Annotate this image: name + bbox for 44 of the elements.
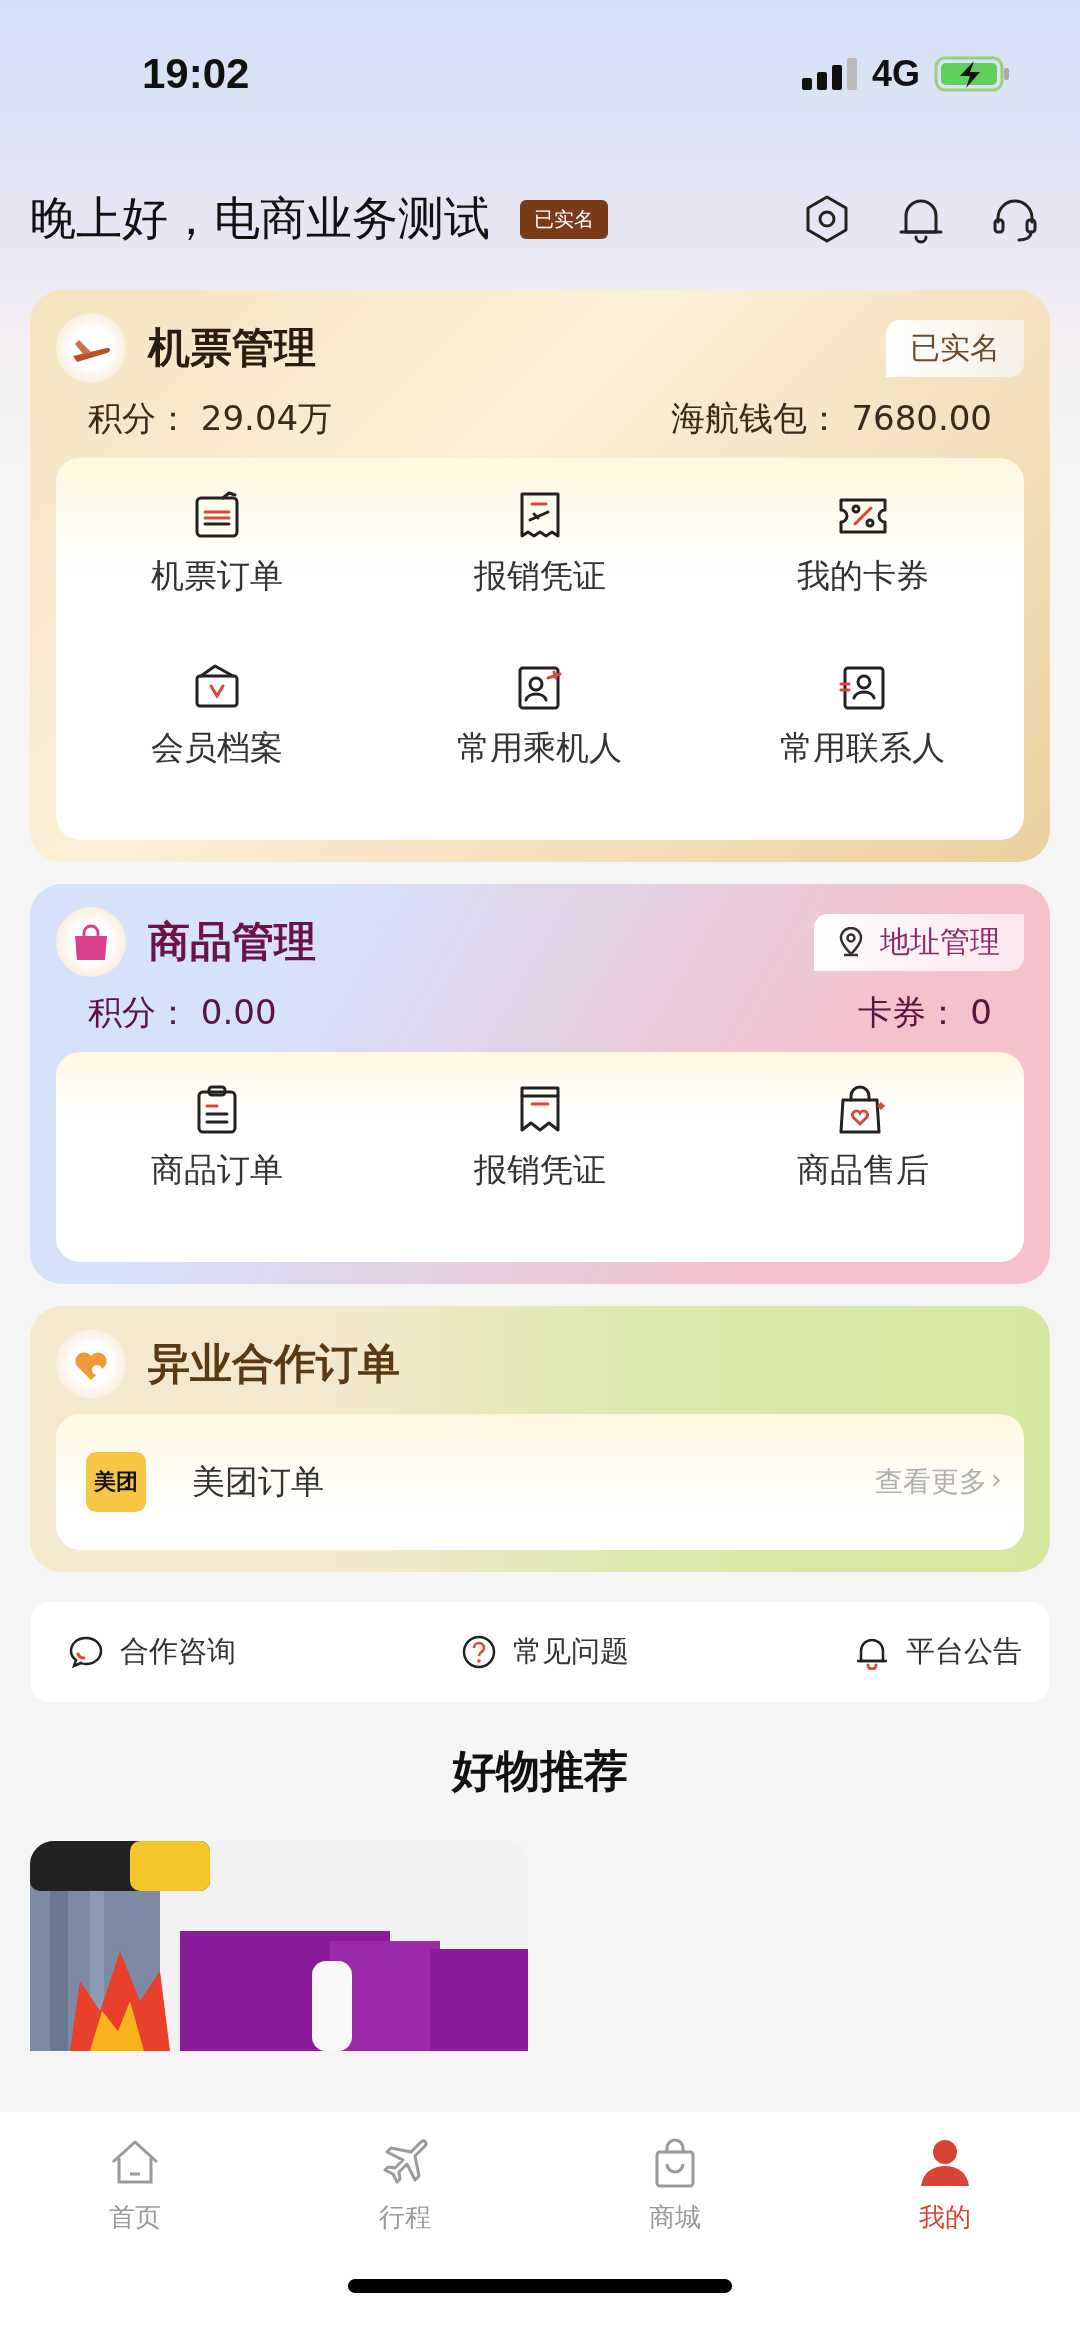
link-item[interactable]: 合作咨询 [68, 1632, 236, 1672]
menu-label: 报销凭证 [474, 1149, 606, 1191]
menu-label: 报销凭证 [474, 555, 606, 597]
verified-badge: 已实名 [886, 319, 1024, 377]
menu-label: 机票订单 [151, 555, 284, 597]
menu-item[interactable]: 机票订单 [56, 486, 379, 658]
section-title: 商品管理 [148, 916, 316, 968]
menu-label: 常用乘机人 [457, 727, 623, 769]
battery-icon [934, 56, 1010, 92]
app-logo: 美团 [86, 1452, 146, 1512]
menu-item[interactable]: 常用联系人 [701, 658, 1024, 830]
stat-text: 积分： 0.00 [88, 991, 277, 1034]
section-title: 机票管理 [148, 322, 316, 374]
stat-text: 卡券： 0 [857, 991, 992, 1034]
clock-time: 19:02 [142, 50, 250, 98]
menu-item[interactable]: 我的卡券 [701, 486, 1024, 658]
menu-item[interactable]: 报销凭证 [378, 1080, 702, 1252]
tab-item[interactable]: 我的 [810, 2136, 1080, 2235]
verified-badge: 已实名 [520, 199, 608, 239]
greeting-text: 晚上好，电商业务测试 [30, 190, 490, 247]
signal-icon [801, 58, 858, 90]
section-title: 异业合作订单 [148, 1338, 400, 1390]
menu-label: 我的卡券 [796, 555, 929, 597]
address-button[interactable]: 地址管理 [814, 913, 1024, 971]
menu-label: 商品订单 [151, 1149, 284, 1191]
order-label: 美团订单 [192, 1460, 324, 1503]
order-row[interactable]: 美团 美团订单 查看更多› [56, 1414, 1024, 1550]
chat-bubble-icon [68, 1634, 104, 1670]
menu-item[interactable]: 报销凭证 [378, 486, 702, 658]
menu-label: 会员档案 [151, 727, 284, 769]
menu-item[interactable]: 商品订单 [56, 1080, 379, 1252]
stat-text: 积分： 29.04万 [88, 397, 333, 440]
network-label: 4G [871, 53, 920, 95]
menu-item[interactable]: 商品售后 [701, 1080, 1024, 1252]
section-heading: 好物推荐 [450, 1744, 629, 1798]
help-icon [461, 1634, 497, 1670]
location-pin-icon [838, 927, 864, 957]
stat-text: 海航钱包： 7680.00 [670, 397, 992, 440]
menu-label: 常用联系人 [780, 727, 946, 769]
menu-label: 商品售后 [796, 1149, 929, 1191]
menu-item[interactable]: 会员档案 [56, 658, 379, 830]
link-item[interactable]: 常见问题 [461, 1632, 629, 1672]
menu-item[interactable]: 常用乘机人 [378, 658, 702, 830]
link-item[interactable]: 平台公告 [854, 1632, 1022, 1672]
